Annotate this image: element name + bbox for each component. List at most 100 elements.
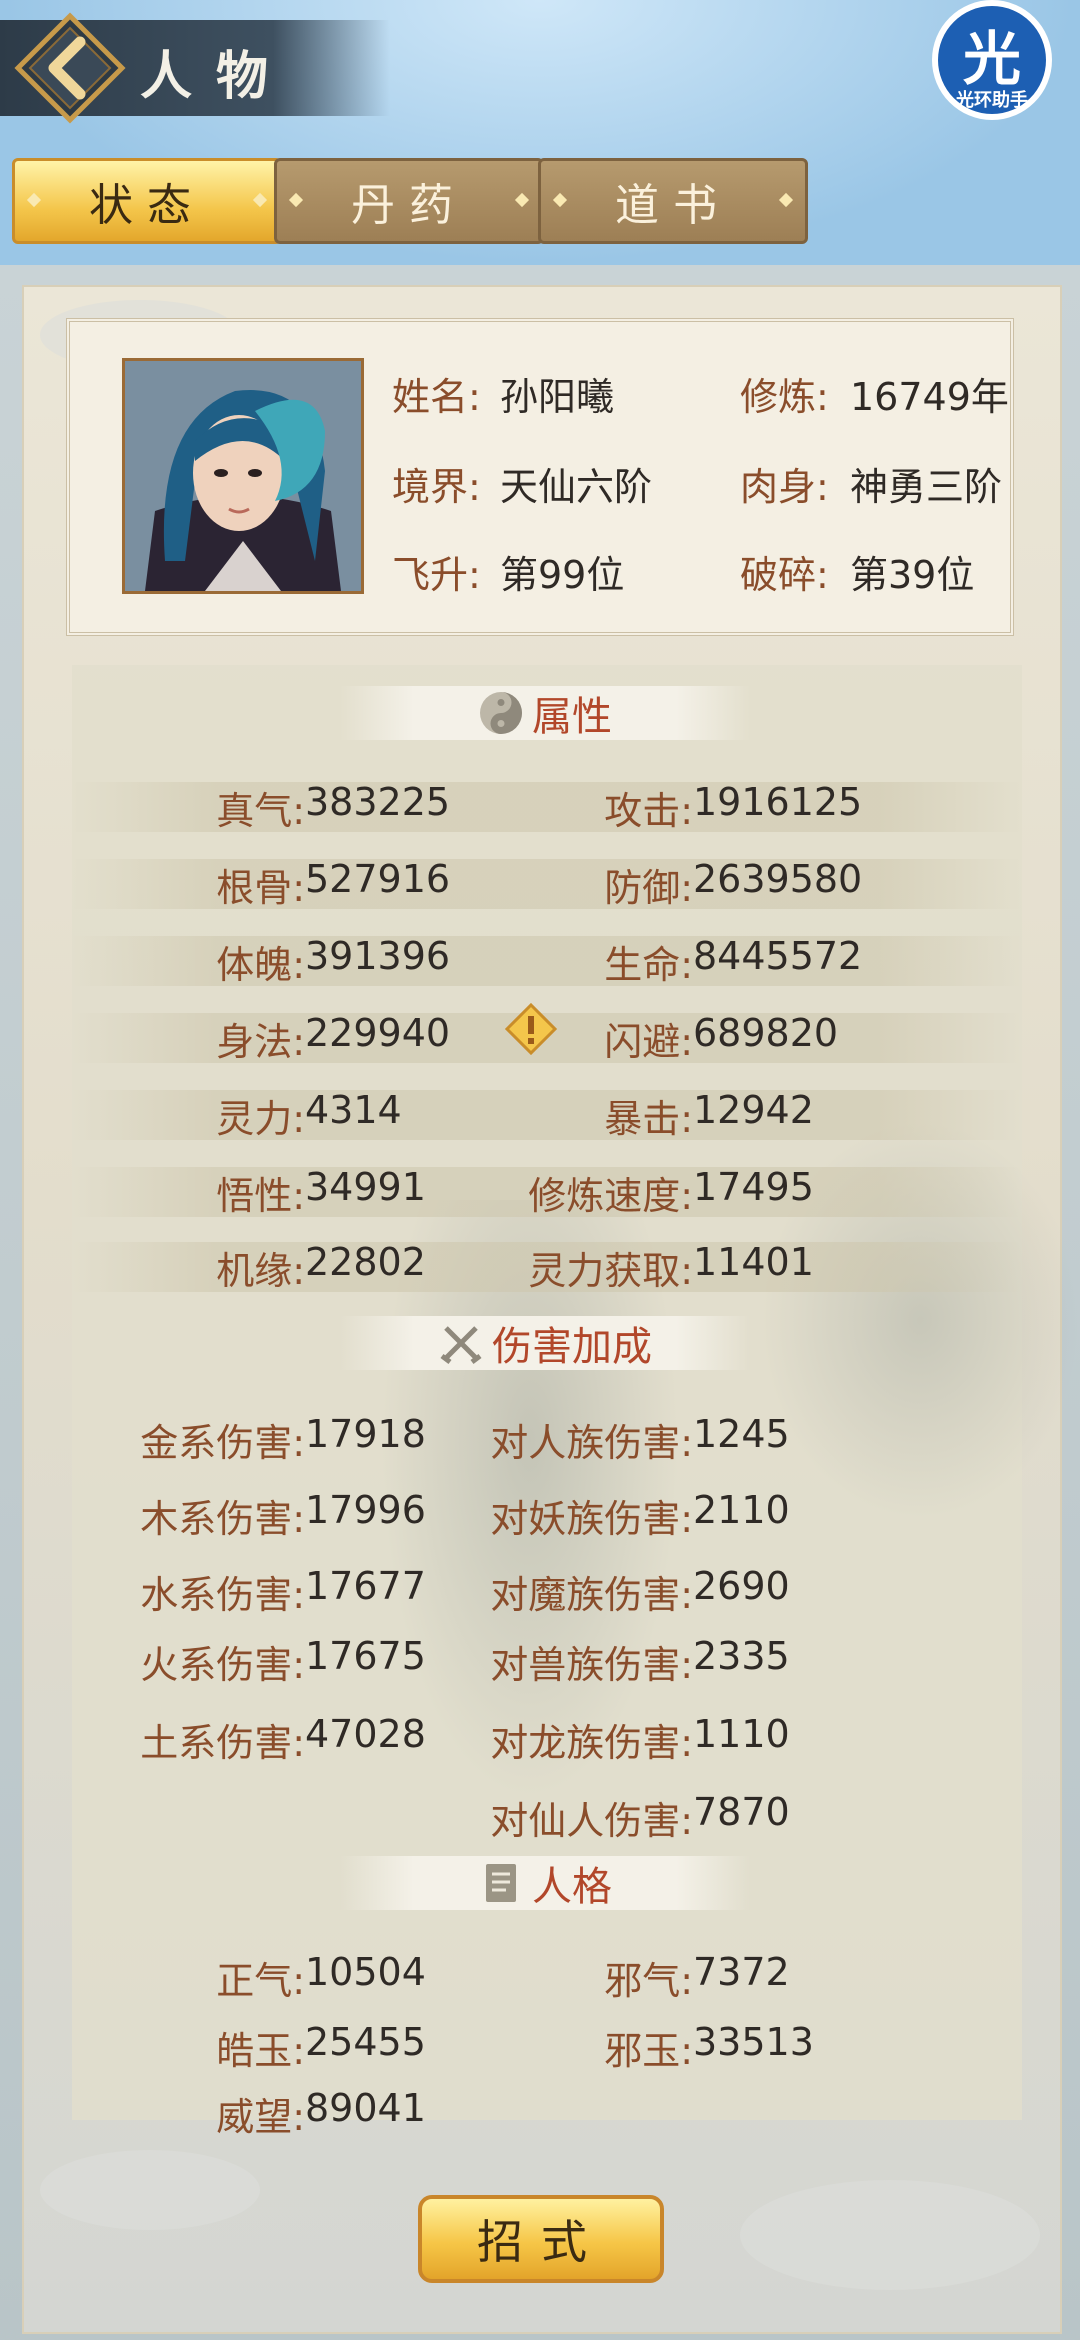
damage-value: 2110 — [693, 1488, 790, 1532]
damage-label: 水系伤害: — [140, 1573, 305, 1617]
section-header-attributes: 属性 — [340, 686, 750, 740]
damage-label: 对人族伤害: — [490, 1421, 693, 1465]
tab-label: 状态 — [89, 180, 205, 231]
cultivate-label: 修炼: — [740, 375, 829, 419]
damage-value: 47028 — [305, 1712, 426, 1756]
tab-pills[interactable]: 丹药 — [274, 158, 544, 244]
damage-label: 对兽族伤害: — [490, 1643, 693, 1687]
stat-value: 391396 — [305, 934, 451, 978]
yin-yang-icon — [480, 692, 522, 734]
stat-label: 机缘: — [216, 1249, 305, 1293]
damage-value: 17996 — [305, 1488, 426, 1532]
ascend-value: 第99位 — [500, 553, 625, 597]
stat-value: 11401 — [693, 1240, 814, 1284]
damage-value: 1110 — [693, 1712, 790, 1756]
personality-label: 正气: — [216, 1959, 305, 2003]
stat-label: 攻击: — [604, 789, 693, 833]
page-title: 人物 — [140, 46, 293, 107]
shatter-label: 破碎: — [740, 553, 829, 597]
personality-label: 邪玉: — [604, 2029, 693, 2073]
section-title: 伤害加成 — [492, 1324, 652, 1370]
tab-ornament-icon — [552, 192, 568, 208]
stat-label: 根骨: — [216, 866, 305, 910]
stat-value: 8445572 — [693, 934, 863, 978]
warning-icon[interactable] — [505, 1003, 557, 1055]
body-value: 神勇三阶 — [850, 465, 1003, 509]
stat-row-stripe — [72, 782, 1022, 832]
character-portrait-icon — [125, 361, 361, 591]
personality-value: 10504 — [305, 1950, 426, 1994]
shatter-value: 第39位 — [850, 553, 975, 597]
tab-ornament-icon — [778, 192, 794, 208]
personality-value: 25455 — [305, 2020, 426, 2064]
stat-value: 689820 — [693, 1011, 839, 1055]
stat-label: 灵力获取: — [528, 1249, 693, 1293]
ascend-label: 飞升: — [392, 553, 481, 597]
section-header-damage: 伤害加成 — [340, 1316, 750, 1370]
personality-value: 33513 — [693, 2020, 814, 2064]
damage-label: 对仙人伤害: — [490, 1799, 693, 1843]
crossed-swords-icon — [440, 1326, 482, 1364]
chevron-left-icon — [14, 12, 126, 124]
stat-row-stripe — [72, 859, 1022, 909]
helper-glyph: 光 — [962, 25, 1021, 93]
stat-value: 229940 — [305, 1011, 451, 1055]
stat-label: 真气: — [216, 789, 305, 833]
realm-value: 天仙六阶 — [500, 465, 653, 509]
damage-label: 对妖族伤害: — [490, 1497, 693, 1541]
stat-value: 12942 — [693, 1088, 814, 1132]
stat-value: 2639580 — [693, 857, 863, 901]
stat-label: 防御: — [604, 866, 693, 910]
personality-label: 邪气: — [604, 1959, 693, 2003]
section-header-personality: 人格 — [340, 1856, 750, 1910]
stat-row-stripe — [72, 1090, 1022, 1140]
scroll-book-icon — [486, 1864, 516, 1902]
tab-ornament-icon — [26, 192, 42, 208]
damage-value: 17677 — [305, 1564, 426, 1608]
cloud-decoration — [740, 2180, 1040, 2290]
cultivate-value: 16749年 — [850, 375, 1009, 419]
tab-books[interactable]: 道书 — [538, 158, 808, 244]
tab-label: 丹药 — [351, 180, 467, 231]
personality-label: 皓玉: — [216, 2029, 305, 2073]
tab-status[interactable]: 状态 — [12, 158, 282, 244]
stat-label: 暴击: — [604, 1097, 693, 1141]
stat-row-stripe — [72, 936, 1022, 986]
stat-label: 生命: — [604, 943, 693, 987]
damage-value: 7870 — [693, 1790, 790, 1834]
personality-value: 89041 — [305, 2086, 426, 2130]
damage-label: 金系伤害: — [140, 1421, 305, 1465]
stat-value: 22802 — [305, 1240, 426, 1284]
back-button[interactable] — [14, 12, 126, 124]
helper-badge[interactable]: 光 光环助手 — [932, 0, 1052, 120]
name-label: 姓名: — [392, 375, 481, 419]
stat-value: 1916125 — [693, 780, 863, 824]
damage-label: 土系伤害: — [140, 1721, 305, 1765]
damage-value: 2335 — [693, 1634, 790, 1678]
avatar[interactable] — [122, 358, 364, 594]
cloud-decoration — [40, 2150, 260, 2230]
stat-value: 34991 — [305, 1165, 426, 1209]
tab-ornament-icon — [252, 192, 268, 208]
damage-label: 木系伤害: — [140, 1497, 305, 1541]
damage-value: 17918 — [305, 1412, 426, 1456]
skills-button[interactable]: 招式 — [418, 2195, 664, 2283]
stat-label: 悟性: — [216, 1174, 305, 1218]
stat-value: 4314 — [305, 1088, 402, 1132]
tab-label: 道书 — [615, 180, 731, 231]
section-title: 属性 — [532, 694, 612, 740]
realm-label: 境界: — [392, 465, 481, 509]
damage-value: 1245 — [693, 1412, 790, 1456]
tab-ornament-icon — [514, 192, 530, 208]
stat-label: 身法: — [216, 1020, 305, 1064]
stat-value: 527916 — [305, 857, 451, 901]
damage-value: 17675 — [305, 1634, 426, 1678]
section-title: 人格 — [532, 1864, 612, 1910]
damage-label: 对龙族伤害: — [490, 1721, 693, 1765]
damage-label: 对魔族伤害: — [490, 1573, 693, 1617]
stat-label: 修炼速度: — [528, 1174, 693, 1218]
tab-ornament-icon — [288, 192, 304, 208]
stat-label: 闪避: — [604, 1020, 693, 1064]
helper-label: 光环助手 — [956, 90, 1028, 111]
damage-value: 2690 — [693, 1564, 790, 1608]
